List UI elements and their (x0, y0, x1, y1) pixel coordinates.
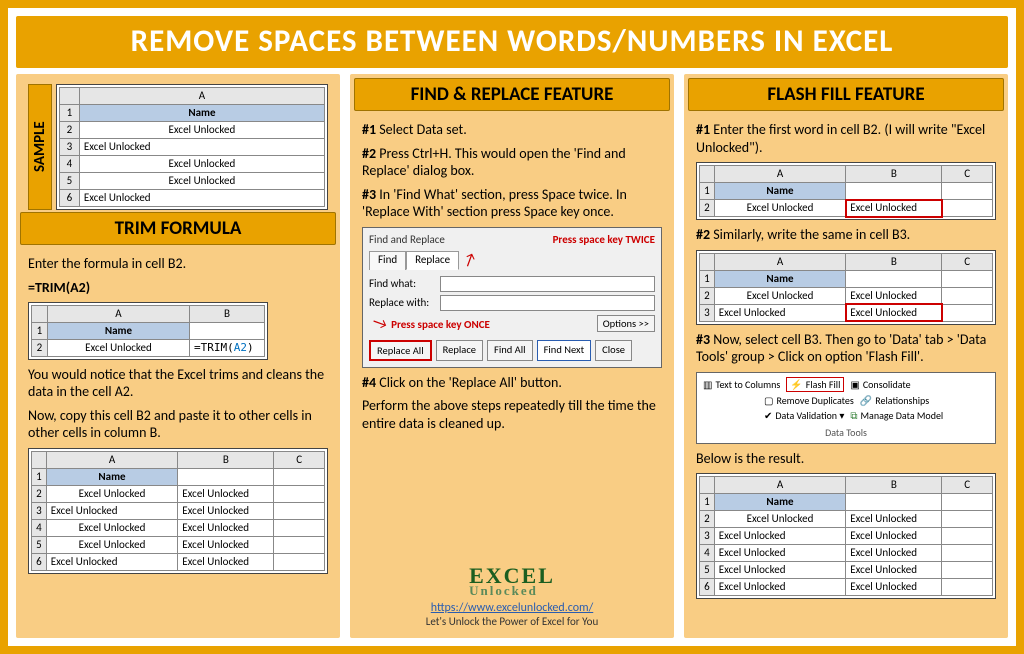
input-findwhat[interactable] (440, 276, 655, 292)
hint-once: Press space key ONCE (391, 318, 490, 331)
label-findwhat: Find what: (369, 277, 437, 290)
tab-replace[interactable]: Replace (406, 251, 459, 270)
logo-row: EXCEL Unlocked https://www.excelunlocked… (362, 566, 662, 628)
data-validation-icon: ✔ (764, 409, 772, 422)
middle-column: FIND & REPLACE FEATURE #1 #1 Select Data… (350, 74, 674, 638)
tagline: Let's Unlock the Power of Excel for You (426, 615, 598, 628)
flash-s4: Below is the result. (696, 450, 996, 468)
ribbon-relationships[interactable]: 🔗 Relationships (860, 394, 929, 407)
ribbon-remove-duplicates[interactable]: ▢ Remove Duplicates (764, 394, 854, 407)
arrow-icon-2: ↘ (370, 311, 391, 334)
remove-duplicates-icon: ▢ (764, 394, 773, 407)
ribbon-datatools: ▥ Text to Columns ⚡ Flash Fill ▣ Consoli… (696, 372, 996, 444)
flash-sheet2: ABC 1Name 2Excel UnlockedExcel Unlocked … (696, 250, 996, 325)
options-button[interactable]: Options >> (597, 315, 655, 332)
flash-b2-highlight: Excel Unlocked (846, 200, 942, 217)
replace-all-button[interactable]: Replace All (369, 340, 432, 361)
ribbon-text-to-columns[interactable]: ▥ Text to Columns (703, 378, 780, 391)
fr-s5: Perform the above steps repeatedly till … (362, 397, 662, 432)
sample-block: SAMPLE A 1Name 2Excel Unlocked 3Excel Un… (28, 84, 328, 210)
ribbon-group-label: Data Tools (703, 426, 989, 439)
infographic-page: REMOVE SPACES BETWEEN WORDS/NUMBERS IN E… (0, 0, 1024, 654)
flash-fill-icon: ⚡ (790, 378, 802, 391)
hint-twice: Press space key TWICE (553, 233, 655, 248)
find-replace-dialog: Find and Replace Press space key TWICE F… (362, 227, 662, 368)
arrow-icon: ↗ (460, 248, 481, 271)
relationships-icon: 🔗 (860, 394, 872, 407)
flash-sheet1: ABC 1Name 2Excel UnlockedExcel Unlocked (696, 162, 996, 220)
trim-para2: Now, copy this cell B2 and paste it to o… (28, 407, 328, 442)
fr-title: FIND & REPLACE FEATURE (354, 78, 670, 111)
flash-b3-highlight: Excel Unlocked (846, 304, 942, 321)
find-next-button[interactable]: Find Next (537, 340, 592, 361)
replace-button[interactable]: Replace (436, 340, 483, 361)
fr-s2: #2 Press Ctrl+H. This would open the 'Fi… (362, 145, 662, 180)
dialog-tabs: Find Replace ↗ (369, 251, 655, 270)
close-button[interactable]: Close (595, 340, 632, 361)
flash-s2: #2 Similarly, write the same in cell B3. (696, 226, 996, 244)
trim-instr1: Enter the formula in cell B2. (28, 255, 328, 273)
site-link[interactable]: https://www.excelunlocked.com/ (431, 601, 594, 615)
body: SAMPLE A 1Name 2Excel Unlocked 3Excel Un… (16, 74, 1008, 638)
fr-s3: #3 In 'Find What' section, press Space t… (362, 186, 662, 221)
ribbon-flash-fill[interactable]: ⚡ Flash Fill (786, 377, 844, 392)
fr-s4: #4 Click on the 'Replace All' button. (362, 374, 662, 392)
flash-title: FLASH FILL FEATURE (688, 78, 1004, 111)
input-replacewith[interactable] (440, 295, 655, 311)
trim-result-sheet: ABC 1Name 2Excel UnlockedExcel Unlocked … (28, 448, 328, 574)
trim-para1: You would notice that the Excel trims an… (28, 366, 328, 401)
flash-s1: #1 Enter the first word in cell B2. (I w… (696, 121, 996, 156)
right-column: FLASH FILL FEATURE #1 Enter the first wo… (684, 74, 1008, 638)
sample-header: Name (79, 105, 324, 122)
trim-title: TRIM FORMULA (20, 212, 336, 245)
find-all-button[interactable]: Find All (487, 340, 533, 361)
flash-s3: #3 Now, select cell B3. Then go to 'Data… (696, 331, 996, 366)
sample-sheet: A 1Name 2Excel Unlocked 3Excel Unlocked … (56, 84, 328, 210)
trim-formula: =TRIM(A2) (28, 279, 328, 296)
dialog-buttons: Replace All Replace Find All Find Next C… (369, 340, 655, 361)
fr-s1: #1 #1 Select Data set.Select Data set. (362, 121, 662, 139)
trim-sheet-small: AB 1Name 2Excel Unlocked=TRIM(A2) (28, 302, 268, 360)
tab-find[interactable]: Find (369, 251, 406, 270)
text-to-columns-icon: ▥ (703, 378, 712, 391)
consolidate-icon: ▣ (850, 378, 859, 391)
sample-label: SAMPLE (28, 84, 52, 210)
page-title: REMOVE SPACES BETWEEN WORDS/NUMBERS IN E… (16, 16, 1008, 68)
label-replacewith: Replace with: (369, 296, 437, 309)
ribbon-manage-data-model[interactable]: ⧉ Manage Data Model (850, 409, 943, 422)
trim-block: TRIM FORMULA Enter the formula in cell B… (28, 218, 328, 574)
flash-result-sheet: ABC 1Name 2Excel UnlockedExcel Unlocked … (696, 473, 996, 599)
ribbon-data-validation[interactable]: ✔ Data Validation ▾ (764, 409, 844, 422)
logo: EXCEL Unlocked (469, 566, 555, 597)
ribbon-consolidate[interactable]: ▣ Consolidate (850, 378, 910, 391)
left-column: SAMPLE A 1Name 2Excel Unlocked 3Excel Un… (16, 74, 340, 638)
dialog-title: Find and Replace (369, 233, 445, 246)
manage-data-model-icon: ⧉ (850, 409, 857, 422)
